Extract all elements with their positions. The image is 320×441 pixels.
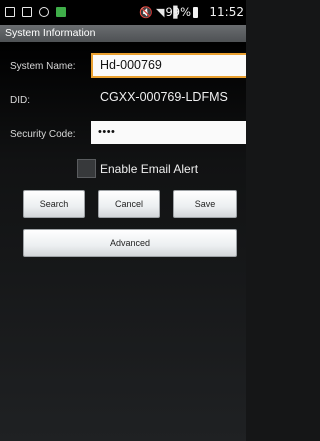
notification-icon [5,7,15,17]
wifi-icon: ◥ [156,6,165,19]
mute-icon: 🔇 [139,6,153,19]
gallery-icon [22,7,32,17]
status-bar: 🔇 ◥ ▐ 99% 11:52 [0,0,246,25]
did-label: DID: [10,95,30,106]
cancel-button[interactable]: Cancel [98,190,160,218]
page-title: System Information [5,27,96,39]
battery-icon [193,7,198,18]
system-name-input[interactable]: Hd-000769 [91,53,246,78]
android-icon [56,7,66,17]
advanced-button[interactable]: Advanced [23,229,237,257]
security-code-input[interactable]: •••• [91,121,246,144]
clock: 11:52 [209,5,244,19]
title-bar: System Information [0,25,246,42]
app-notification-icon [39,7,49,17]
search-button[interactable]: Search [23,190,85,218]
save-button[interactable]: Save [173,190,237,218]
security-code-label: Security Code: [10,129,76,140]
email-alert-checkbox[interactable] [77,159,96,178]
email-alert-label[interactable]: Enable Email Alert [100,162,198,176]
system-name-label: System Name: [10,61,76,72]
did-field[interactable]: CGXX-000769-LDFMS [91,87,246,112]
battery-percent: 99% [165,5,191,19]
